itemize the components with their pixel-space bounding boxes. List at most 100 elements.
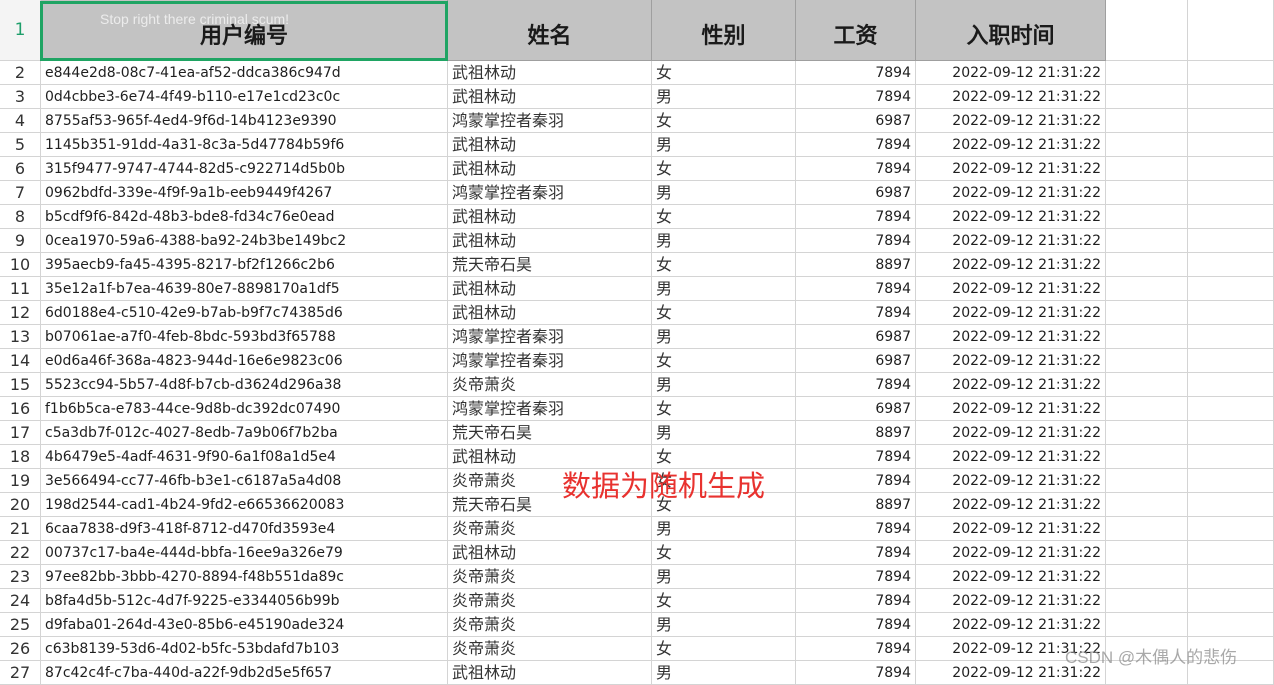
cell-gender[interactable]: 男 bbox=[652, 181, 796, 205]
cell-user-id[interactable]: 0d4cbbe3-6e74-4f49-b110-e17e1cd23c0c bbox=[41, 85, 448, 109]
row-number[interactable]: 18 bbox=[0, 445, 41, 469]
cell-hire-date[interactable]: 2022-09-12 21:31:22 bbox=[916, 253, 1106, 277]
cell-salary[interactable]: 7894 bbox=[796, 445, 916, 469]
column-header-salary[interactable]: 工资 bbox=[796, 0, 916, 61]
empty-cell[interactable] bbox=[1106, 421, 1188, 445]
cell-hire-date[interactable]: 2022-09-12 21:31:22 bbox=[916, 157, 1106, 181]
empty-cell[interactable] bbox=[1188, 277, 1274, 301]
column-header-hire-date[interactable]: 入职时间 bbox=[916, 0, 1106, 61]
cell-name[interactable]: 武祖林动 bbox=[448, 301, 652, 325]
cell-salary[interactable]: 8897 bbox=[796, 253, 916, 277]
empty-cell[interactable] bbox=[1188, 229, 1274, 253]
cell-salary[interactable]: 8897 bbox=[796, 421, 916, 445]
cell-name[interactable]: 炎帝萧炎 bbox=[448, 565, 652, 589]
cell-name[interactable]: 武祖林动 bbox=[448, 85, 652, 109]
empty-cell[interactable] bbox=[1188, 445, 1274, 469]
cell-salary[interactable]: 7894 bbox=[796, 637, 916, 661]
cell-name[interactable]: 武祖林动 bbox=[448, 157, 652, 181]
cell-user-id[interactable]: 3e566494-cc77-46fb-b3e1-c6187a5a4d08 bbox=[41, 469, 448, 493]
empty-cell[interactable] bbox=[1188, 181, 1274, 205]
cell-salary[interactable]: 7894 bbox=[796, 205, 916, 229]
cell-user-id[interactable]: b8fa4d5b-512c-4d7f-9225-e3344056b99b bbox=[41, 589, 448, 613]
cell-name[interactable]: 炎帝萧炎 bbox=[448, 637, 652, 661]
cell-salary[interactable]: 7894 bbox=[796, 661, 916, 685]
cell-gender[interactable]: 男 bbox=[652, 229, 796, 253]
spreadsheet[interactable]: 1 用户编号 姓名 性别 工资 入职时间 Stop right there cr… bbox=[0, 0, 1274, 685]
row-number[interactable]: 13 bbox=[0, 325, 41, 349]
row-number[interactable]: 10 bbox=[0, 253, 41, 277]
row-number[interactable]: 23 bbox=[0, 565, 41, 589]
cell-gender[interactable]: 男 bbox=[652, 517, 796, 541]
empty-cell[interactable] bbox=[1188, 253, 1274, 277]
row-number[interactable]: 9 bbox=[0, 229, 41, 253]
cell-name[interactable]: 武祖林动 bbox=[448, 229, 652, 253]
cell-gender[interactable]: 女 bbox=[652, 397, 796, 421]
cell-salary[interactable]: 8897 bbox=[796, 493, 916, 517]
cell-gender[interactable]: 男 bbox=[652, 565, 796, 589]
empty-cell[interactable] bbox=[1106, 469, 1188, 493]
cell-salary[interactable]: 6987 bbox=[796, 325, 916, 349]
cell-salary[interactable]: 7894 bbox=[796, 157, 916, 181]
row-header-1[interactable]: 1 bbox=[0, 0, 41, 61]
cell-gender[interactable]: 女 bbox=[652, 157, 796, 181]
cell-user-id[interactable]: b5cdf9f6-842d-48b3-bde8-fd34c76e0ead bbox=[41, 205, 448, 229]
row-number[interactable]: 22 bbox=[0, 541, 41, 565]
cell-hire-date[interactable]: 2022-09-12 21:31:22 bbox=[916, 109, 1106, 133]
cell-name[interactable]: 炎帝萧炎 bbox=[448, 373, 652, 397]
empty-cell[interactable] bbox=[1106, 397, 1188, 421]
empty-cell[interactable] bbox=[1188, 397, 1274, 421]
column-header-gender[interactable]: 性别 bbox=[652, 0, 796, 61]
cell-hire-date[interactable]: 2022-09-12 21:31:22 bbox=[916, 61, 1106, 85]
cell-salary[interactable]: 7894 bbox=[796, 229, 916, 253]
empty-cell[interactable] bbox=[1106, 205, 1188, 229]
cell-hire-date[interactable]: 2022-09-12 21:31:22 bbox=[916, 277, 1106, 301]
empty-cell[interactable] bbox=[1188, 205, 1274, 229]
cell-user-id[interactable]: 395aecb9-fa45-4395-8217-bf2f1266c2b6 bbox=[41, 253, 448, 277]
cell-gender[interactable]: 男 bbox=[652, 277, 796, 301]
row-number[interactable]: 8 bbox=[0, 205, 41, 229]
cell-hire-date[interactable]: 2022-09-12 21:31:22 bbox=[916, 589, 1106, 613]
row-number[interactable]: 6 bbox=[0, 157, 41, 181]
cell-gender[interactable]: 男 bbox=[652, 613, 796, 637]
row-number[interactable]: 11 bbox=[0, 277, 41, 301]
cell-hire-date[interactable]: 2022-09-12 21:31:22 bbox=[916, 373, 1106, 397]
cell-user-id[interactable]: 6d0188e4-c510-42e9-b7ab-b9f7c74385d6 bbox=[41, 301, 448, 325]
cell-gender[interactable]: 女 bbox=[652, 61, 796, 85]
empty-cell[interactable] bbox=[1106, 565, 1188, 589]
cell-gender[interactable]: 女 bbox=[652, 541, 796, 565]
cell-hire-date[interactable]: 2022-09-12 21:31:22 bbox=[916, 541, 1106, 565]
cell-salary[interactable]: 7894 bbox=[796, 589, 916, 613]
cell-name[interactable]: 武祖林动 bbox=[448, 541, 652, 565]
row-number[interactable]: 4 bbox=[0, 109, 41, 133]
empty-cell[interactable] bbox=[1106, 349, 1188, 373]
cell-name[interactable]: 鸿蒙掌控者秦羽 bbox=[448, 397, 652, 421]
empty-cell[interactable] bbox=[1188, 541, 1274, 565]
empty-cell[interactable] bbox=[1188, 421, 1274, 445]
cell-gender[interactable]: 女 bbox=[652, 637, 796, 661]
column-header-user-id[interactable]: 用户编号 bbox=[41, 0, 448, 61]
cell-name[interactable]: 鸿蒙掌控者秦羽 bbox=[448, 109, 652, 133]
cell-gender[interactable]: 男 bbox=[652, 85, 796, 109]
cell-gender[interactable]: 男 bbox=[652, 373, 796, 397]
cell-name[interactable]: 炎帝萧炎 bbox=[448, 613, 652, 637]
cell-name[interactable]: 武祖林动 bbox=[448, 277, 652, 301]
cell-user-id[interactable]: 8755af53-965f-4ed4-9f6d-14b4123e9390 bbox=[41, 109, 448, 133]
cell-gender[interactable]: 女 bbox=[652, 109, 796, 133]
cell-name[interactable]: 炎帝萧炎 bbox=[448, 517, 652, 541]
cell-salary[interactable]: 7894 bbox=[796, 565, 916, 589]
row-number[interactable]: 17 bbox=[0, 421, 41, 445]
cell-hire-date[interactable]: 2022-09-12 21:31:22 bbox=[916, 445, 1106, 469]
cell-gender[interactable]: 女 bbox=[652, 301, 796, 325]
empty-cell[interactable] bbox=[1188, 0, 1274, 61]
row-number[interactable]: 14 bbox=[0, 349, 41, 373]
cell-hire-date[interactable]: 2022-09-12 21:31:22 bbox=[916, 469, 1106, 493]
cell-name[interactable]: 武祖林动 bbox=[448, 61, 652, 85]
empty-cell[interactable] bbox=[1188, 157, 1274, 181]
empty-cell[interactable] bbox=[1106, 277, 1188, 301]
cell-user-id[interactable]: e844e2d8-08c7-41ea-af52-ddca386c947d bbox=[41, 61, 448, 85]
cell-salary[interactable]: 7894 bbox=[796, 85, 916, 109]
empty-cell[interactable] bbox=[1106, 229, 1188, 253]
row-number[interactable]: 21 bbox=[0, 517, 41, 541]
cell-user-id[interactable]: 0cea1970-59a6-4388-ba92-24b3be149bc2 bbox=[41, 229, 448, 253]
cell-user-id[interactable]: 6caa7838-d9f3-418f-8712-d470fd3593e4 bbox=[41, 517, 448, 541]
